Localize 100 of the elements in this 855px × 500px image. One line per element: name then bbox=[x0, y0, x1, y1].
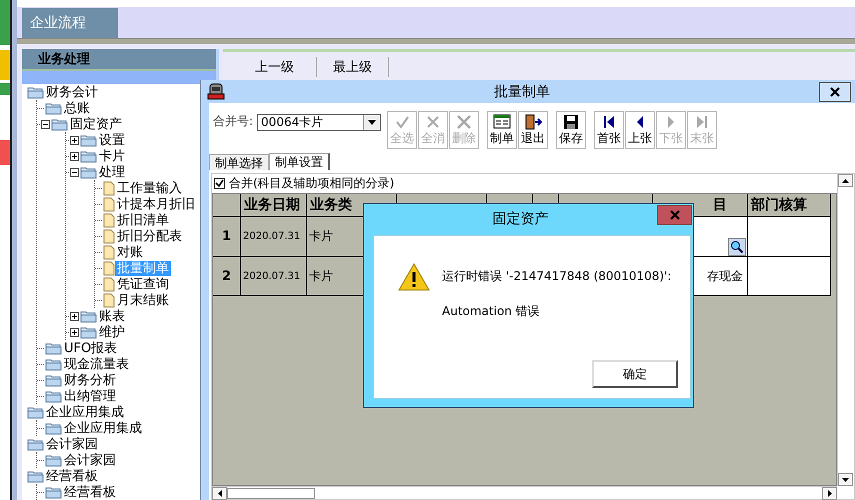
expand-icon[interactable] bbox=[70, 312, 79, 320]
check-icon bbox=[394, 114, 410, 130]
document-icon bbox=[103, 292, 115, 308]
toolbar-button[interactable]: 制单 bbox=[487, 111, 518, 149]
folder-icon bbox=[27, 470, 44, 482]
folder-icon bbox=[27, 86, 44, 98]
folder-icon bbox=[80, 134, 97, 146]
tree-item[interactable]: 折旧分配表 bbox=[115, 228, 184, 244]
triangle-down-icon bbox=[842, 478, 849, 482]
folder-icon bbox=[51, 118, 68, 130]
toolbar-button[interactable]: 上张 bbox=[625, 111, 656, 149]
nav-link[interactable]: 最上级 bbox=[317, 57, 389, 77]
warning-icon bbox=[398, 263, 430, 291]
tree-item[interactable]: 会计家园 bbox=[62, 452, 118, 468]
row-number: 1 bbox=[213, 217, 241, 257]
tab[interactable]: 制单设置 bbox=[269, 153, 330, 170]
folder-icon bbox=[80, 150, 97, 162]
folder-icon bbox=[27, 406, 44, 418]
app-icon bbox=[207, 82, 225, 100]
tree-item[interactable]: 账表 bbox=[97, 308, 127, 324]
tab[interactable]: 制单选择 bbox=[209, 154, 269, 170]
folder-icon bbox=[45, 422, 62, 434]
collapse-icon[interactable] bbox=[70, 168, 79, 176]
checkbox-label: 合并(科目及辅助项相同的分录) bbox=[229, 175, 394, 192]
toolbar-button[interactable]: 保存 bbox=[556, 111, 586, 149]
row-number: 2 bbox=[213, 257, 241, 296]
document-icon bbox=[103, 212, 115, 228]
folder-icon bbox=[45, 454, 62, 466]
close-icon bbox=[830, 86, 840, 96]
expand-icon[interactable] bbox=[70, 328, 79, 336]
table-icon bbox=[493, 114, 512, 130]
document-icon bbox=[103, 276, 115, 292]
expand-icon[interactable] bbox=[70, 152, 79, 160]
tree-item[interactable]: 企业应用集成 bbox=[44, 404, 126, 420]
tree-item[interactable]: UFO报表 bbox=[62, 340, 120, 356]
folder-icon bbox=[45, 390, 62, 402]
triangle-left-icon bbox=[218, 490, 222, 496]
tree-item[interactable]: 现金流量表 bbox=[62, 356, 131, 372]
table-cell: 2020.07.31 bbox=[241, 257, 307, 296]
folder-icon bbox=[45, 342, 62, 354]
document-icon bbox=[103, 180, 115, 196]
sidebar-title: 业务处理 bbox=[22, 49, 216, 71]
collapse-icon[interactable] bbox=[41, 120, 50, 128]
tree-item[interactable]: 计提本月折旧 bbox=[115, 196, 197, 212]
scrollbar-thumb[interactable] bbox=[227, 488, 315, 498]
tree-item[interactable]: 总账 bbox=[62, 100, 92, 116]
folder-icon bbox=[45, 374, 62, 386]
merge-number-label: 合并号: bbox=[213, 113, 254, 130]
folder-icon bbox=[45, 358, 62, 370]
tree-item[interactable]: 工作量输入 bbox=[115, 180, 184, 196]
cross-icon bbox=[425, 114, 442, 130]
tree-item[interactable]: 企业应用集成 bbox=[62, 420, 144, 436]
door-icon bbox=[524, 114, 542, 130]
tree-item[interactable]: 折旧清单 bbox=[115, 212, 171, 228]
window-title: 批量制单 bbox=[493, 82, 551, 100]
grid-corner bbox=[213, 194, 241, 217]
document-icon bbox=[103, 228, 115, 244]
scroll-right-button[interactable] bbox=[822, 486, 837, 500]
tree-item[interactable]: 会计家园 bbox=[44, 436, 100, 452]
merge-checkbox[interactable] bbox=[214, 178, 225, 189]
tree-item[interactable]: 财务会计 bbox=[44, 84, 100, 100]
dropdown-arrow-icon bbox=[368, 120, 376, 125]
toolbar-button[interactable]: 退出 bbox=[518, 111, 548, 149]
folder-icon bbox=[80, 166, 97, 178]
tree-item[interactable]: 凭证查询 bbox=[115, 276, 171, 292]
tree-item[interactable]: 出纳管理 bbox=[62, 388, 118, 404]
tree-item[interactable]: 处理 bbox=[97, 164, 127, 180]
tree-item[interactable]: 卡片 bbox=[97, 148, 127, 164]
document-icon bbox=[103, 196, 115, 212]
expand-icon[interactable] bbox=[70, 136, 79, 144]
skip-last-icon bbox=[695, 114, 710, 130]
document-icon bbox=[103, 244, 115, 260]
search-button[interactable] bbox=[728, 238, 746, 256]
tree-item[interactable]: 月末结账 bbox=[115, 292, 171, 308]
toolbar-button[interactable]: 首张 bbox=[594, 111, 624, 149]
scroll-down-button[interactable] bbox=[838, 473, 853, 486]
folder-icon bbox=[80, 310, 97, 322]
merge-number-dropdown[interactable]: 00064卡片 bbox=[257, 114, 382, 131]
dialog-title: 固定资产 bbox=[492, 210, 550, 228]
tree-item[interactable]: 经营看板 bbox=[62, 484, 118, 500]
cross-icon bbox=[456, 114, 472, 130]
tree-item[interactable]: 经营看板 bbox=[44, 468, 100, 484]
error-message: Automation 错误 bbox=[442, 303, 541, 320]
nav-link[interactable]: 上一级 bbox=[233, 57, 317, 77]
folder-icon bbox=[80, 326, 97, 338]
column-header: 业务日期 bbox=[241, 194, 307, 217]
scroll-up-button[interactable] bbox=[838, 174, 853, 187]
tree-item[interactable]: 维护 bbox=[97, 324, 127, 340]
close-icon bbox=[670, 210, 680, 220]
tree-item[interactable]: 财务分析 bbox=[62, 372, 118, 388]
close-button[interactable] bbox=[819, 82, 851, 102]
tree-item[interactable]: 固定资产 bbox=[68, 116, 124, 132]
scroll-left-button[interactable] bbox=[212, 486, 227, 500]
skip-first-icon bbox=[602, 114, 616, 130]
triangle-right-icon bbox=[828, 490, 832, 496]
tree-item[interactable]: 对账 bbox=[115, 244, 145, 260]
triangle-up-icon bbox=[842, 178, 849, 182]
tree-item[interactable]: 设置 bbox=[97, 132, 127, 148]
ok-button[interactable]: 确定 bbox=[592, 360, 678, 388]
folder-icon bbox=[45, 102, 62, 114]
